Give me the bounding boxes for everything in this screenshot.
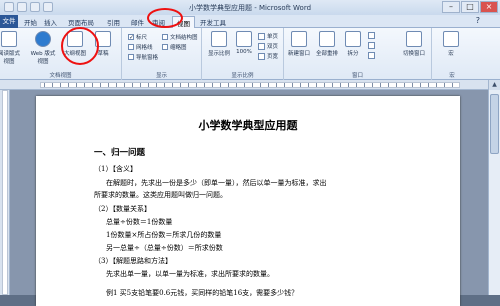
doc-line: （3）【解题思路和方法】	[94, 257, 172, 265]
group-label-macros: 宏	[449, 73, 455, 79]
thumbnails-checkbox[interactable]: 缩略图	[162, 43, 187, 51]
doc-line: （1）【含义】	[94, 165, 137, 173]
scroll-up-icon[interactable]: ▲	[489, 80, 500, 90]
minimize-button[interactable]: –	[442, 1, 460, 13]
group-document-views: 阅读版式视图 Web 版式视图 大纲视图 草稿 文档视图	[0, 28, 122, 80]
vertical-ruler[interactable]	[0, 90, 10, 295]
highlight-circle-view-tab	[147, 8, 183, 28]
tab-developer[interactable]: 开发工具	[200, 17, 226, 27]
checkbox-icon	[162, 44, 168, 50]
document-page[interactable]: 小学数学典型应用题 一、归一问题 （1）【含义】 在解题时，先求出一份是多少（即…	[36, 96, 460, 306]
checkbox-icon	[128, 34, 134, 40]
switch-windows-button[interactable]: 切换窗口	[400, 31, 428, 57]
reset-window-icon	[368, 52, 375, 59]
doc-line: 总量÷份数＝1份数量	[106, 218, 173, 226]
new-window-button[interactable]: 新建窗口	[286, 31, 312, 57]
doc-line: 在解题时，先求出一份是多少（即单一量），然后以单一量为标准，求出	[106, 179, 327, 187]
window-title: 小学数学典型应用题 - Microsoft Word	[188, 4, 312, 12]
tab-page-layout[interactable]: 页面布局	[68, 17, 94, 27]
checkbox-icon	[162, 34, 168, 40]
ribbon-tabs: 文件 开始 插入 页面布局 引用 邮件 审阅 视图 开发工具 ?	[0, 15, 500, 28]
document-area: 小学数学典型应用题 一、归一问题 （1）【含义】 在解题时，先求出一份是多少（即…	[10, 90, 488, 306]
side-by-side-button[interactable]	[368, 32, 375, 39]
group-label-document-views: 文档视图	[49, 73, 72, 79]
document-title: 小学数学典型应用题	[198, 119, 298, 132]
doc-heading-1: 一、归一问题	[94, 148, 146, 158]
group-label-window: 窗口	[351, 73, 363, 79]
tab-file[interactable]: 文件	[0, 15, 18, 28]
tab-home[interactable]: 开始	[24, 17, 37, 27]
zoom-100-icon	[236, 31, 252, 47]
tab-mailings[interactable]: 邮件	[131, 17, 144, 27]
group-show: 标尺 网格线 导航窗格 文档结构图 缩略图 显示	[122, 28, 202, 80]
page-width-icon	[258, 52, 265, 60]
page-width-button[interactable]: 页宽	[258, 52, 278, 60]
one-page-button[interactable]: 单页	[258, 32, 278, 40]
two-pages-button[interactable]: 双页	[258, 42, 278, 50]
ruler-checkbox[interactable]: 标尺	[128, 33, 147, 41]
ruler-ticks	[44, 83, 454, 87]
doc-line: （2）【数量关系】	[94, 205, 151, 213]
arrange-all-button[interactable]: 全部重排	[314, 31, 340, 57]
maximize-button[interactable]: □	[461, 1, 479, 13]
tab-insert[interactable]: 插入	[44, 17, 57, 27]
horizontal-ruler[interactable]	[0, 80, 500, 90]
close-button[interactable]: ×	[480, 1, 498, 13]
group-zoom: 显示比例 100% 单页 双页 页宽 显示比例	[202, 28, 284, 80]
arrange-all-icon	[319, 31, 335, 47]
reading-layout-icon	[1, 31, 17, 47]
zoom-100-button[interactable]: 100%	[234, 31, 254, 55]
switch-windows-icon	[406, 31, 422, 47]
group-window: 新建窗口 全部重排 拆分 切换窗口 窗口	[284, 28, 432, 80]
window-controls: – □ ×	[442, 1, 498, 13]
web-layout-button[interactable]: Web 版式视图	[30, 31, 56, 65]
doc-line: 例1 买5支铅笔要0.6元钱，买同样的铅笔16支，需要多少钱？	[106, 289, 299, 297]
ruler-paper	[2, 90, 8, 295]
group-label-show: 显示	[155, 73, 167, 79]
checkbox-icon	[128, 44, 134, 50]
navigation-pane-checkbox[interactable]: 导航窗格	[128, 53, 158, 61]
gridlines-checkbox[interactable]: 网格线	[128, 43, 153, 51]
help-icon[interactable]: ?	[476, 16, 480, 25]
tab-references[interactable]: 引用	[107, 17, 120, 27]
reading-layout-button[interactable]: 阅读版式视图	[0, 31, 20, 65]
magnifier-icon	[211, 31, 227, 47]
sync-scroll-button[interactable]	[368, 42, 375, 49]
highlight-circle-outline-button	[61, 27, 99, 65]
scroll-thumb[interactable]	[490, 94, 499, 154]
doc-line: 1份数量×所占份数＝所求几份的数量	[106, 231, 222, 239]
new-window-icon	[291, 31, 307, 47]
checkbox-icon	[128, 54, 134, 60]
reset-window-button[interactable]	[368, 52, 375, 59]
doc-line: 先求出单一量，以单一量为标准，求出所要求的数量。	[106, 270, 274, 278]
one-page-icon	[258, 32, 265, 40]
doc-line: 另一总量÷（总量÷份数）＝所求份数	[106, 244, 223, 252]
web-layout-icon	[35, 31, 51, 47]
two-pages-icon	[258, 42, 265, 50]
macros-icon	[443, 31, 459, 47]
document-map-checkbox[interactable]: 文档结构图	[162, 33, 198, 41]
doc-line: 所要求的数量。这类应用题叫做归一问题。	[94, 191, 227, 199]
group-macros: 宏 宏	[432, 28, 472, 80]
sync-scroll-icon	[368, 42, 375, 49]
zoom-button[interactable]: 显示比例	[206, 31, 232, 57]
macros-button[interactable]: 宏	[440, 31, 462, 57]
split-icon	[345, 31, 361, 47]
vertical-scrollbar[interactable]: ▲	[488, 80, 500, 295]
side-by-side-icon	[368, 32, 375, 39]
group-label-zoom: 显示比例	[231, 73, 254, 79]
split-button[interactable]: 拆分	[342, 31, 364, 57]
title-bar: 小学数学典型应用题 - Microsoft Word – □ ×	[0, 0, 500, 15]
